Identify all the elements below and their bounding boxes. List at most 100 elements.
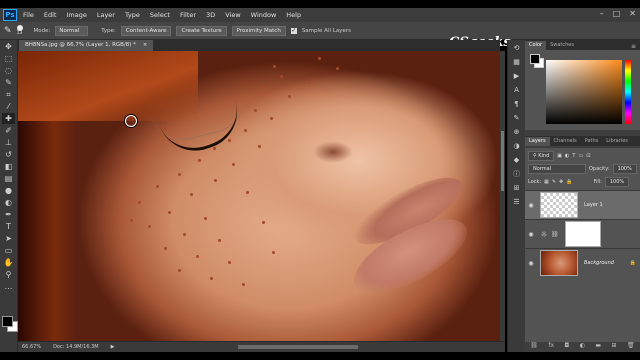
shape-tool-icon[interactable]: ▭ bbox=[2, 245, 15, 256]
fill-input[interactable]: 100% bbox=[604, 177, 630, 187]
menu-help[interactable]: Help bbox=[286, 11, 301, 19]
document-close-icon[interactable]: × bbox=[143, 42, 148, 48]
type-tool-icon[interactable]: T bbox=[2, 221, 15, 232]
hand-tool-icon[interactable]: ✋ bbox=[2, 257, 15, 268]
hue-slider[interactable] bbox=[625, 60, 631, 124]
lasso-tool-icon[interactable]: ◌ bbox=[2, 65, 15, 76]
tab-swatches[interactable]: Swatches bbox=[546, 41, 578, 50]
horizontal-scroll-thumb[interactable] bbox=[238, 345, 358, 349]
pen-tool-icon[interactable]: ✒ bbox=[2, 209, 15, 220]
layer-row-layer-1[interactable]: ◉ Layer 1 bbox=[525, 190, 640, 219]
trash-icon[interactable]: 🗑 bbox=[627, 342, 635, 352]
lock-transparent-icon[interactable]: ▦ bbox=[544, 179, 549, 185]
visibility-eye-icon[interactable]: ◉ bbox=[525, 260, 537, 267]
gradient-tool-icon[interactable]: ▤ bbox=[2, 173, 15, 184]
layer-row-adjustment[interactable]: ◉ ☼ ⛓ bbox=[525, 219, 640, 248]
blur-tool-icon[interactable]: ● bbox=[2, 185, 15, 196]
menu-type[interactable]: Type bbox=[125, 11, 140, 19]
opacity-input[interactable]: 100% bbox=[612, 164, 637, 174]
move-tool-icon[interactable]: ✥ bbox=[2, 41, 15, 52]
brush-preset-picker[interactable]: 13 bbox=[16, 25, 23, 36]
history-panel-icon[interactable]: ⟲ bbox=[511, 42, 522, 54]
foreground-color-swatch[interactable] bbox=[2, 316, 13, 327]
tab-color[interactable]: Color bbox=[525, 41, 547, 50]
dodge-tool-icon[interactable]: ◐ bbox=[2, 197, 15, 208]
properties-panel-icon[interactable]: ▦ bbox=[511, 56, 522, 68]
vertical-scrollbar[interactable] bbox=[500, 51, 505, 341]
menu-3d[interactable]: 3D bbox=[206, 11, 215, 19]
mask-icon[interactable]: ◘ bbox=[564, 342, 569, 352]
menu-image[interactable]: Image bbox=[66, 11, 86, 19]
layer-comps-panel-icon[interactable]: ☰ bbox=[511, 196, 522, 208]
layer-kind-filter[interactable]: ⚲ Kind bbox=[528, 151, 555, 161]
styles-panel-icon[interactable]: ◆ bbox=[511, 154, 522, 166]
lock-all-icon[interactable]: 🔒 bbox=[566, 179, 572, 185]
healing-brush-tool-icon[interactable]: ✚ bbox=[2, 113, 15, 124]
tool-color-swatches[interactable] bbox=[2, 316, 18, 332]
history-brush-tool-icon[interactable]: ↺ bbox=[2, 149, 15, 160]
info-panel-icon[interactable]: ⓘ bbox=[511, 168, 522, 180]
filter-type-icon[interactable]: T bbox=[572, 153, 575, 159]
eraser-tool-icon[interactable]: ◧ bbox=[2, 161, 15, 172]
crop-tool-icon[interactable]: ⌗ bbox=[2, 89, 15, 100]
new-layer-icon[interactable]: ⊞ bbox=[612, 342, 617, 352]
character-panel-icon[interactable]: A bbox=[511, 84, 522, 96]
sample-all-layers-checkbox[interactable]: ✓ bbox=[290, 27, 297, 34]
menu-select[interactable]: Select bbox=[150, 11, 170, 19]
filter-pixel-icon[interactable]: ▣ bbox=[557, 153, 562, 159]
folder-icon[interactable]: ▬ bbox=[595, 342, 601, 352]
tab-layers[interactable]: Layers bbox=[525, 137, 550, 146]
lock-pixels-icon[interactable]: ✎ bbox=[552, 179, 556, 185]
visibility-eye-icon[interactable]: ◉ bbox=[525, 202, 537, 209]
tab-libraries[interactable]: Libraries bbox=[602, 137, 632, 146]
menu-window[interactable]: Window bbox=[251, 11, 277, 19]
menu-edit[interactable]: Edit bbox=[44, 11, 57, 19]
vertical-scroll-thumb[interactable] bbox=[501, 131, 504, 191]
document-tab[interactable]: BH8NSa.jpg @ 66.7% (Layer 1, RGB/8) * × bbox=[19, 40, 154, 51]
adjustment-icon[interactable]: ◐ bbox=[580, 342, 585, 352]
tab-paths[interactable]: Paths bbox=[581, 137, 603, 146]
paragraph-panel-icon[interactable]: ¶ bbox=[511, 98, 522, 110]
zoom-tool-icon[interactable]: ⚲ bbox=[2, 269, 15, 280]
mode-select[interactable]: Normal bbox=[55, 25, 89, 36]
panel-menu-icon[interactable]: ≡ bbox=[631, 43, 636, 50]
marquee-tool-icon[interactable]: ⬚ bbox=[2, 53, 15, 64]
mask-link-icon[interactable]: ⛓ bbox=[551, 231, 559, 238]
color-picker-field[interactable] bbox=[546, 60, 622, 124]
brush-tool-icon[interactable]: ✐ bbox=[2, 125, 15, 136]
fx-icon[interactable]: fx bbox=[548, 342, 554, 352]
layer-row-background[interactable]: ◉ Background 🔒 bbox=[525, 248, 640, 277]
link-icon[interactable]: ⛓ bbox=[530, 342, 538, 352]
clone-source-panel-icon[interactable]: ⊕ bbox=[511, 126, 522, 138]
menu-layer[interactable]: Layer bbox=[97, 11, 115, 19]
more-tools-icon[interactable]: … bbox=[2, 281, 15, 292]
tab-channels[interactable]: Channels bbox=[550, 137, 581, 146]
eyedropper-tool-icon[interactable]: ⁄ bbox=[2, 101, 15, 112]
maximize-button[interactable]: □ bbox=[613, 9, 621, 18]
zoom-level[interactable]: 66.67% bbox=[22, 344, 41, 350]
close-button[interactable]: ✕ bbox=[629, 9, 636, 18]
adjustments-panel-icon[interactable]: ◑ bbox=[511, 140, 522, 152]
create-texture-button[interactable]: Create Texture bbox=[176, 25, 227, 36]
path-select-tool-icon[interactable]: ➤ bbox=[2, 233, 15, 244]
menu-view[interactable]: View bbox=[225, 11, 240, 19]
menu-file[interactable]: File bbox=[23, 11, 34, 19]
minimize-button[interactable]: – bbox=[600, 9, 604, 18]
actions-panel-icon[interactable]: ▶ bbox=[511, 70, 522, 82]
clone-stamp-tool-icon[interactable]: ⊥ bbox=[2, 137, 15, 148]
brush-panel-icon[interactable]: ✎ bbox=[511, 112, 522, 124]
content-aware-button[interactable]: Content-Aware bbox=[120, 25, 172, 36]
status-menu-arrow-icon[interactable]: ▶ bbox=[111, 344, 115, 350]
filter-shape-icon[interactable]: ▭ bbox=[578, 153, 583, 159]
quick-select-tool-icon[interactable]: ✎ bbox=[2, 77, 15, 88]
visibility-eye-icon[interactable]: ◉ bbox=[525, 231, 537, 238]
blend-mode-select[interactable]: Normal bbox=[528, 164, 586, 174]
filter-smart-icon[interactable]: ⊡ bbox=[586, 153, 590, 159]
navigator-panel-icon[interactable]: ⊞ bbox=[511, 182, 522, 194]
image-canvas[interactable] bbox=[18, 51, 500, 341]
proximity-match-button[interactable]: Proximity Match bbox=[231, 25, 286, 36]
healing-brush-tool-icon[interactable]: ✎ bbox=[4, 26, 12, 36]
color-panel-foreground-swatch[interactable] bbox=[530, 54, 540, 64]
menu-filter[interactable]: Filter bbox=[180, 11, 196, 19]
filter-adjustment-icon[interactable]: ◐ bbox=[565, 153, 569, 159]
